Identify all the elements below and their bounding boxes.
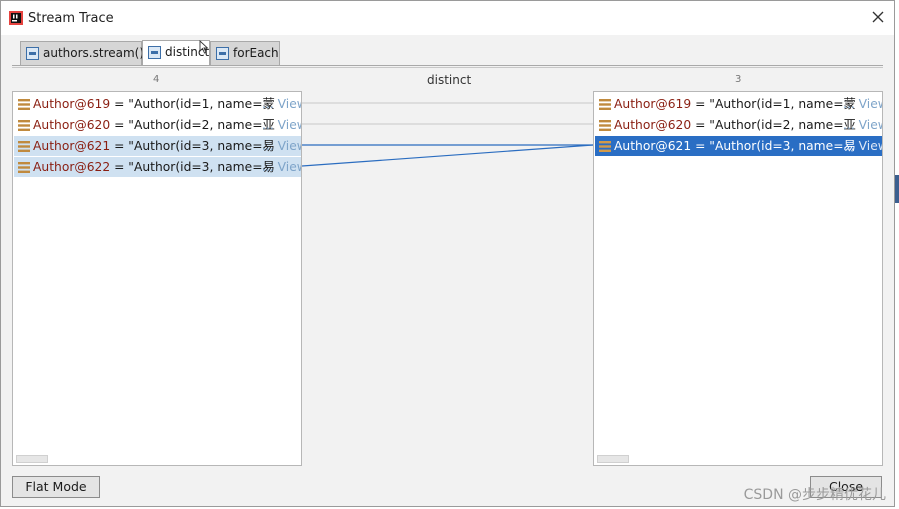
window-title: Stream Trace bbox=[28, 11, 114, 26]
horizontal-scrollbar[interactable] bbox=[16, 455, 48, 463]
item-value: = "Author(id=1, name=蒙 bbox=[691, 97, 856, 111]
list-item[interactable]: Author@620 = "Author(id=2, name=亚 ... Vi… bbox=[595, 115, 882, 135]
list-item[interactable]: Author@620 = "Author(id=2, name=亚 ... Vi… bbox=[14, 115, 301, 135]
object-icon bbox=[18, 99, 30, 110]
tab-list-icon bbox=[216, 47, 229, 60]
item-name: Author@619 bbox=[33, 97, 111, 111]
item-name: Author@621 bbox=[33, 139, 111, 153]
tab-label: authors.stream() bbox=[43, 46, 145, 60]
view-link[interactable]: ... View bbox=[262, 136, 301, 156]
left-values-list[interactable]: Author@619 = "Author(id=1, name=蒙 ... Vi… bbox=[12, 91, 302, 466]
object-icon bbox=[599, 120, 611, 131]
object-icon bbox=[18, 141, 30, 152]
item-value: = "Author(id=3, name=易 bbox=[110, 139, 275, 153]
list-item[interactable]: Author@619 = "Author(id=1, name=蒙 ... Vi… bbox=[14, 94, 301, 114]
item-value: = "Author(id=3, name=易 bbox=[110, 160, 275, 174]
list-item[interactable]: Author@622 = "Author(id=3, name=易 ... Vi… bbox=[14, 157, 301, 177]
title-bar: Stream Trace bbox=[1, 1, 894, 35]
mouse-cursor-icon bbox=[199, 40, 209, 54]
view-link[interactable]: ... View bbox=[262, 115, 301, 135]
view-link[interactable]: ... View bbox=[262, 157, 301, 177]
tab-list-icon bbox=[148, 46, 161, 59]
item-value: = "Author(id=2, name=亚 bbox=[691, 118, 856, 132]
watermark: CSDN @步步精优花儿 bbox=[743, 487, 886, 503]
horizontal-scrollbar[interactable] bbox=[597, 455, 629, 463]
item-value: = "Author(id=1, name=蒙 bbox=[110, 97, 275, 111]
operation-label: distinct bbox=[427, 73, 472, 87]
tab-divider bbox=[12, 65, 883, 66]
tab-list-icon bbox=[26, 47, 39, 60]
close-window-icon[interactable] bbox=[870, 9, 886, 25]
object-icon bbox=[18, 120, 30, 131]
right-values-list[interactable]: Author@619 = "Author(id=1, name=蒙 ... Vi… bbox=[593, 91, 883, 466]
item-name: Author@620 bbox=[614, 118, 692, 132]
right-count-label: 3 bbox=[735, 74, 742, 85]
item-name: Author@621 bbox=[614, 139, 692, 153]
view-link[interactable]: ... View bbox=[843, 94, 882, 114]
tab-authors-stream[interactable]: authors.stream() bbox=[20, 41, 145, 65]
intellij-app-icon bbox=[9, 11, 23, 25]
tab-foreach[interactable]: forEach bbox=[210, 41, 280, 65]
item-name: Author@622 bbox=[33, 160, 111, 174]
tab-divider bbox=[12, 67, 883, 68]
list-item[interactable]: Author@621 = "Author(id=3, name=易 ... Vi… bbox=[14, 136, 301, 156]
flat-mode-button[interactable]: Flat Mode bbox=[12, 476, 100, 498]
item-name: Author@619 bbox=[614, 97, 692, 111]
left-count-label: 4 bbox=[153, 74, 160, 85]
item-value: = "Author(id=3, name=易 bbox=[691, 139, 856, 153]
view-link[interactable]: ... View bbox=[843, 136, 882, 156]
object-icon bbox=[18, 162, 30, 173]
view-link[interactable]: ... View bbox=[843, 115, 882, 135]
list-item[interactable]: Author@619 = "Author(id=1, name=蒙 ... Vi… bbox=[595, 94, 882, 114]
view-link[interactable]: ... View bbox=[262, 94, 301, 114]
object-icon bbox=[599, 141, 611, 152]
background-window-edge bbox=[895, 175, 899, 203]
item-value: = "Author(id=2, name=亚 bbox=[110, 118, 275, 132]
object-icon bbox=[599, 99, 611, 110]
tab-label: forEach bbox=[233, 46, 279, 60]
item-name: Author@620 bbox=[33, 118, 111, 132]
list-item[interactable]: Author@621 = "Author(id=3, name=易 ... Vi… bbox=[595, 136, 882, 156]
